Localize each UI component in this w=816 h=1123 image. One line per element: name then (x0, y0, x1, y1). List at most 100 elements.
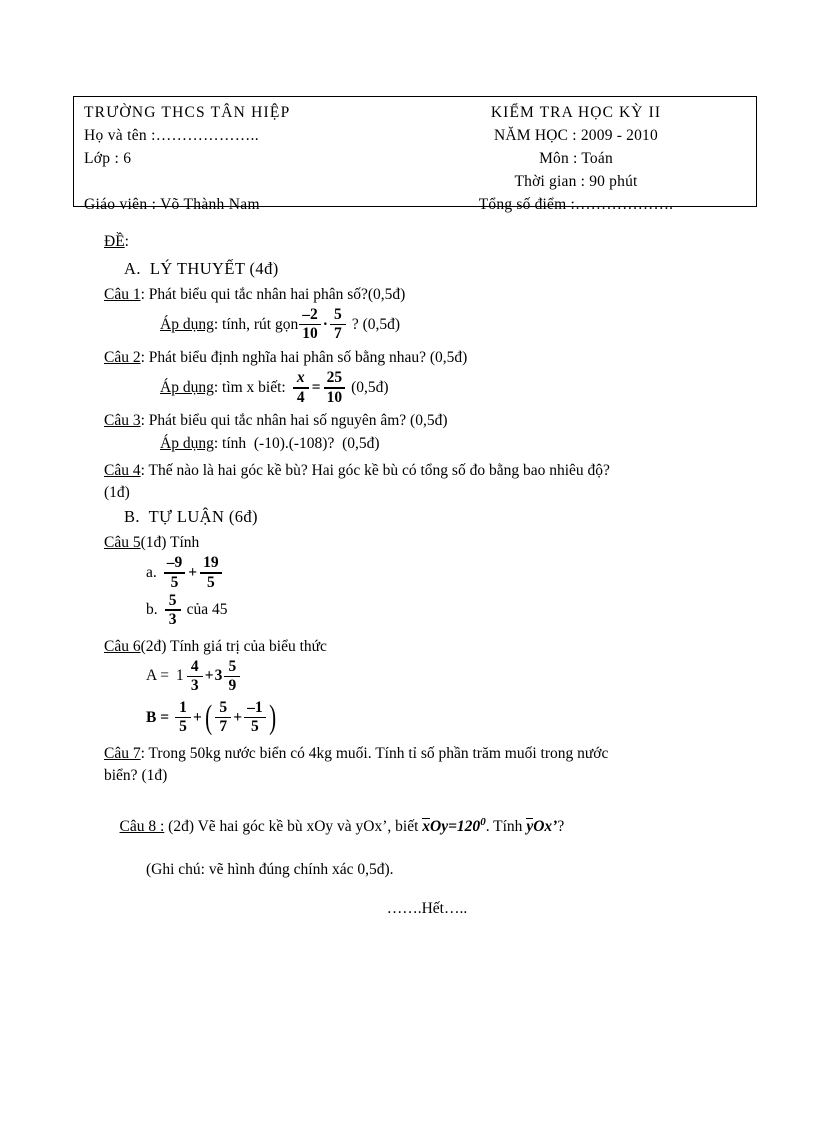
de-label-colon: : (124, 233, 129, 250)
question-3-label: Câu 3 (104, 412, 141, 430)
denominator: 9 (228, 677, 237, 695)
question-5: Câu 5(1đ) Tính (104, 533, 754, 553)
question-2-apply-label: Áp dụng (160, 378, 214, 396)
header-left-column: TRƯỜNG THCS TÂN HIỆP Họ và tên :………………..… (84, 101, 404, 216)
expression-b-label: B = (146, 708, 169, 728)
question-1-apply-text: : tính, rút gọn (213, 315, 299, 333)
question-1-apply-label: Áp dụng (160, 315, 214, 333)
fraction-5-over-3: 5 3 (164, 592, 181, 628)
whole-part-2: 3 (214, 667, 223, 685)
question-2-apply: Áp dụng : tìm x biết: x 4 = 25 10 (0,5đ) (160, 370, 816, 405)
question-7-label: Câu 7 (104, 745, 141, 763)
plus-operator: + (188, 563, 198, 581)
denominator: 5 (250, 718, 259, 736)
duration: Thời gian : 90 phút (514, 173, 638, 190)
de-label-text: ĐỀ (104, 233, 125, 250)
left-parenthesis: ( (205, 698, 213, 736)
fraction-minus2-over-10: –2 10 (299, 307, 321, 342)
numerator: –1 (247, 698, 263, 716)
angle-xoy: xOy=1200 (422, 816, 486, 836)
question-3: Câu 3: Phát biểu qui tắc nhân hai số ngu… (104, 411, 754, 431)
plus-operator: + (204, 667, 214, 685)
question-1-text: : Phát biểu qui tắc nhân hai phân số?(0,… (140, 286, 406, 303)
question-3-text: : Phát biểu qui tắc nhân hai số nguyên â… (140, 412, 448, 430)
fraction-5-over-7: 5 7 (215, 698, 232, 735)
subject: Môn : Toán (539, 150, 613, 167)
denominator: 3 (190, 677, 199, 695)
angle-xoy-value: =120 (448, 818, 481, 836)
question-6: Câu 6(2đ) Tính giá trị của biểu thức (104, 637, 754, 657)
question-2-apply-text: : tìm x biết: (213, 378, 286, 396)
question-5b-expression: 5 3 (164, 592, 182, 628)
question-8-text: (2đ) Vẽ hai góc kề bù xOy và yOx’, biết (164, 818, 423, 836)
exam-title: KIỂM TRA HỌC KỲ II (490, 104, 662, 121)
fraction-x-over-4: x 4 (292, 369, 309, 406)
question-1: Câu 1: Phát biểu qui tắc nhân hai phân s… (104, 285, 754, 305)
question-4-text: : Thế nào là hai góc kề bù? Hai góc kề b… (140, 462, 610, 480)
section-a-heading: A. LÝ THUYẾT (4đ) (124, 259, 279, 278)
teacher-name: Giáo viên : Võ Thành Nam (84, 196, 260, 213)
question-7-continued: biển? (1đ) (104, 767, 168, 785)
expression-a-label: A = (146, 667, 169, 685)
numerator: 19 (203, 554, 219, 572)
question-6-expression-b: B = 1 5 + ( 5 7 + –1 5 ) (146, 700, 816, 735)
footer-text: …….Hết….. (386, 900, 468, 917)
denominator: 5 (170, 573, 179, 591)
numerator: x (296, 369, 305, 387)
plus-operator-outer: + (193, 708, 202, 726)
question-4-label: Câu 4 (104, 462, 141, 480)
denominator: 5 (206, 573, 215, 591)
school-name: TRƯỜNG THCS TÂN HIỆP (84, 104, 291, 121)
question-5-part-a: a. –9 5 + 19 5 (146, 555, 816, 590)
angle-xoy-overline-letter: x (422, 818, 431, 836)
total-score-field[interactable]: Tổng số điểm :………………. (404, 193, 748, 216)
document-footer: …….Hết….. (0, 900, 816, 918)
question-3-apply: Áp dụng: tính (-10).(-108)? (0,5đ) (160, 433, 816, 455)
denominator: 5 (179, 718, 187, 736)
question-8-text-after: ? (557, 818, 565, 836)
question-1-expression: –2 10 · 5 7 (298, 307, 347, 342)
student-name-field[interactable]: Họ và tên :……………….. (84, 124, 404, 147)
fraction-1-over-5: 1 5 (175, 698, 192, 736)
question-3-apply-text: : tính (-10).(-108)? (0,5đ) (213, 435, 380, 453)
exam-body: ĐỀ: A. LÝ THUYẾT (4đ) Câu 1: Phát biểu q… (0, 232, 816, 880)
multiply-operator: · (322, 315, 328, 333)
expression-b-body: 1 5 + ( 5 7 + –1 5 ) (174, 700, 278, 735)
question-3-apply-label: Áp dụng (160, 435, 214, 453)
part-b-label: b. (146, 601, 158, 619)
denominator: 7 (334, 325, 342, 343)
numerator: –9 (166, 554, 183, 572)
plus-operator-inner: + (233, 708, 243, 726)
whole-part-1: 1 (175, 667, 184, 685)
expression-b-text: B = (146, 708, 170, 726)
angle-yox: yOx’ (526, 818, 557, 835)
equals-operator: = (311, 378, 321, 396)
denominator: 10 (326, 388, 343, 406)
part-a-label: a. (146, 563, 157, 581)
fraction-25-over-10: 25 10 (323, 369, 346, 406)
exam-header-box: TRƯỜNG THCS TÂN HIỆP Họ và tên :………………..… (73, 96, 757, 213)
question-6-text: (2đ) Tính giá trị của biểu thức (140, 637, 327, 655)
denominator: 4 (296, 388, 305, 406)
question-2-equation: x 4 = 25 10 (292, 370, 346, 405)
numerator: 25 (326, 369, 343, 387)
section-b-heading: B. TỰ LUẬN (6đ) (124, 507, 258, 527)
class-field: Lớp : 6 (84, 150, 132, 167)
numerator: 5 (219, 698, 228, 716)
fraction-5-over-7: 5 7 (329, 307, 346, 343)
question-2-text: : Phát biểu định nghĩa hai phân số bằng … (140, 349, 468, 367)
fraction-minus1-over-5: –1 5 (244, 700, 266, 735)
denominator: 10 (302, 325, 318, 343)
mixed-number-expression-a: 1 4 3 + 3 5 9 (175, 658, 241, 695)
question-7-text: : Trong 50kg nước biển có 4kg muối. Tính… (140, 745, 609, 763)
question-5-part-b: b. 5 3 của 45 (146, 592, 816, 628)
question-4: Câu 4: Thế nào là hai góc kề bù? Hai góc… (104, 461, 754, 481)
numerator: 1 (179, 698, 187, 716)
question-8-note: (Ghi chú: vẽ hình đúng chính xác 0,5đ). (146, 861, 394, 879)
question-1-apply: Áp dụng : tính, rút gọn –2 10 · 5 7 ? (0… (160, 307, 816, 342)
angle-yox-rest: Ox’ (533, 818, 558, 836)
question-6-label: Câu 6 (104, 637, 141, 655)
fraction-19-over-5: 19 5 (200, 555, 222, 590)
question-6-expression-a: A = 1 4 3 + 3 5 9 (146, 658, 816, 695)
question-7: Câu 7: Trong 50kg nước biển có 4kg muối.… (104, 744, 754, 764)
